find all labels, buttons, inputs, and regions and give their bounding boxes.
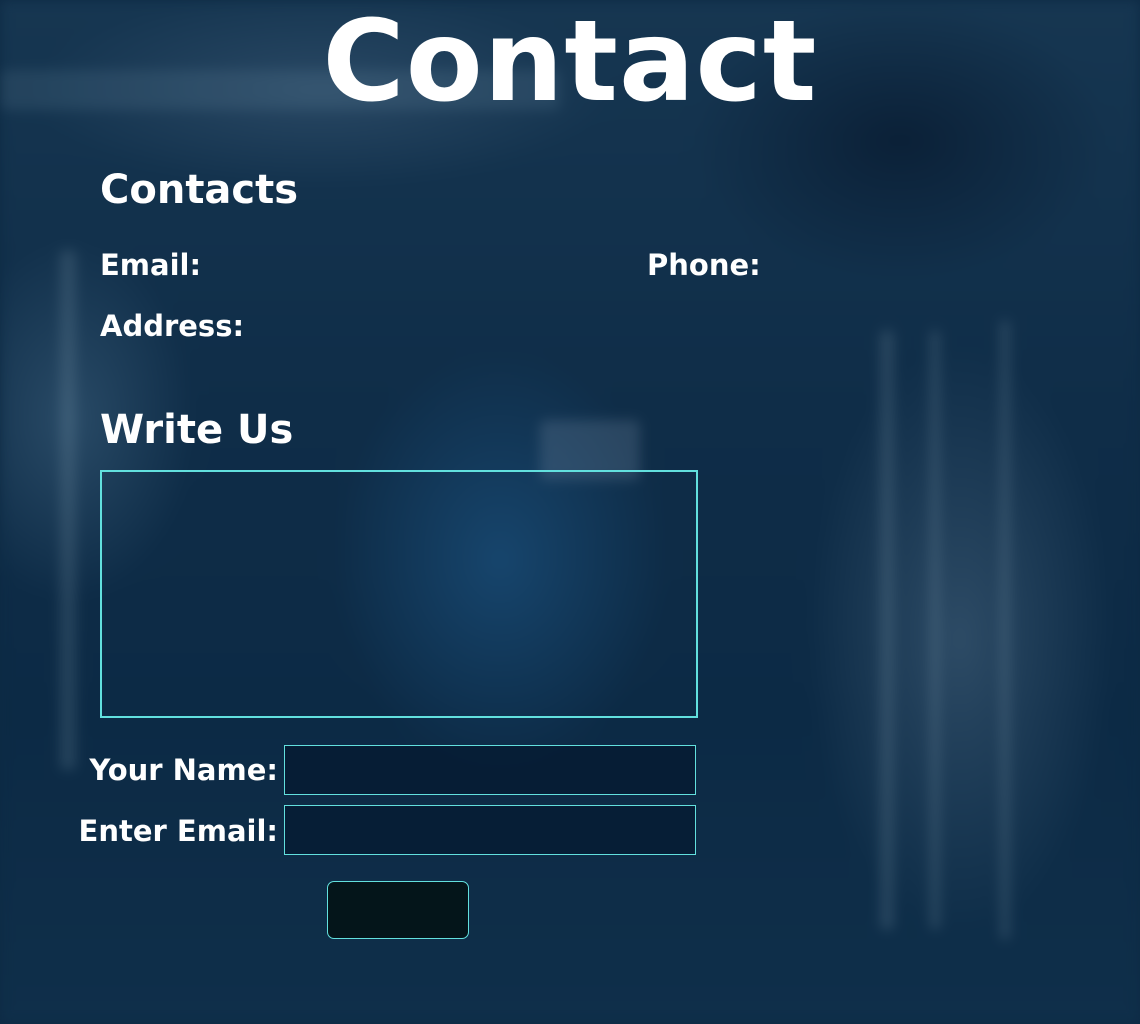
write-us-heading: Write Us	[100, 407, 294, 453]
page-title: Contact	[322, 0, 818, 127]
your-name-label: Your Name:	[89, 753, 278, 787]
enter-email-label: Enter Email:	[78, 814, 278, 848]
phone-label: Phone:	[647, 248, 761, 282]
email-input[interactable]	[284, 805, 696, 855]
contact-page: Contact Contacts Email: Phone: Address: …	[0, 0, 1140, 1024]
submit-button[interactable]	[327, 881, 469, 939]
name-input[interactable]	[284, 745, 696, 795]
contacts-heading: Contacts	[100, 167, 299, 213]
address-label: Address:	[100, 309, 245, 343]
message-textarea[interactable]	[100, 470, 698, 718]
email-label: Email:	[100, 248, 202, 282]
